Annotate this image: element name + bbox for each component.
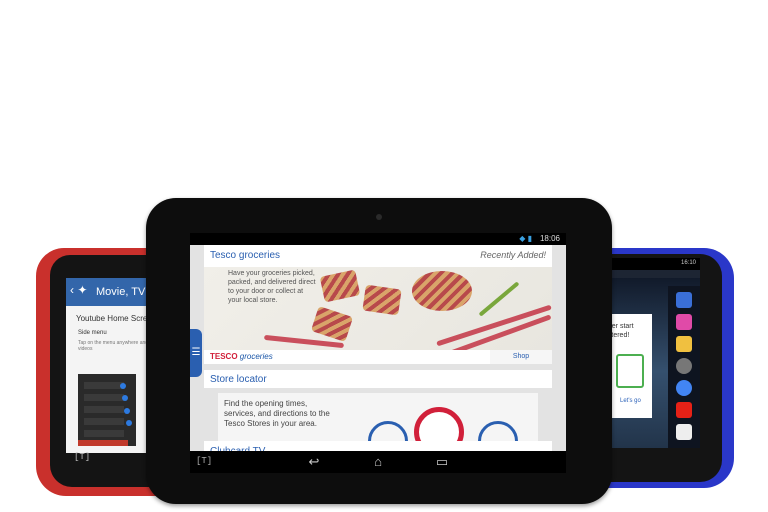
tart-slice bbox=[310, 306, 354, 342]
hint-dot bbox=[122, 395, 128, 401]
menu-row bbox=[84, 406, 124, 413]
right-tablet-screen: 16:10 etter start astered! Let's go bbox=[598, 258, 700, 448]
store-locator-text: Find the opening times, services, and di… bbox=[224, 399, 330, 428]
center-tablet-screen: ◆ ▮ 18:06 Tesco groceries Recently Added… bbox=[190, 233, 566, 473]
tesco-card-title: Tesco groceries bbox=[210, 250, 281, 261]
store-locator-header[interactable]: Store locator bbox=[204, 370, 552, 388]
left-brand-logo: [T] bbox=[74, 452, 91, 462]
recently-added-badge: Recently Added! bbox=[480, 250, 546, 260]
youtube-screenshot bbox=[78, 374, 136, 446]
left-subheading: Youtube Home Screen bbox=[76, 314, 157, 323]
right-status-bar: 16:10 bbox=[598, 258, 700, 270]
side-menu-handle[interactable]: ☰ bbox=[190, 329, 202, 377]
menu-row bbox=[84, 394, 124, 401]
camera-app-icon[interactable] bbox=[676, 292, 692, 308]
watch-bar bbox=[78, 440, 128, 446]
home-icon[interactable]: ⌂ bbox=[368, 454, 388, 470]
store-locator-title: Store locator bbox=[210, 374, 267, 385]
wifi-battery-icon: ◆ ▮ bbox=[519, 234, 532, 243]
status-bar: ◆ ▮ 18:06 bbox=[190, 233, 566, 245]
tesco-logo-suffix: groceries bbox=[239, 352, 273, 361]
hint-dot bbox=[124, 408, 130, 414]
tart-slice bbox=[319, 269, 361, 303]
chrome-icon[interactable] bbox=[676, 380, 692, 396]
tesco-logo-word: TESCO bbox=[210, 352, 238, 361]
menu-row bbox=[84, 430, 124, 437]
tesco-card-header[interactable]: Tesco groceries Recently Added! bbox=[204, 245, 552, 267]
menu-row bbox=[84, 418, 124, 425]
lets-go-button[interactable]: Let's go bbox=[620, 398, 641, 404]
gallery-app-icon[interactable] bbox=[676, 314, 692, 330]
status-time: 18:06 bbox=[539, 234, 560, 243]
hint-dot bbox=[120, 383, 126, 389]
back-icon[interactable]: ‹ ✦ bbox=[70, 283, 90, 301]
youtube-icon[interactable] bbox=[676, 402, 692, 418]
app-content: Tesco groceries Recently Added! Have you… bbox=[190, 245, 566, 465]
tesco-promo-image[interactable]: Have your groceries picked, packed, and … bbox=[204, 267, 552, 357]
front-camera bbox=[376, 214, 382, 220]
play-store-icon[interactable] bbox=[676, 424, 692, 440]
recent-apps-icon[interactable]: ▭ bbox=[432, 454, 452, 470]
tesco-logo-bar: TESCO groceries bbox=[204, 350, 504, 364]
rhubarb-stalk bbox=[436, 304, 552, 347]
tesco-logo: TESCO groceries bbox=[210, 352, 273, 361]
rhubarb-leaf bbox=[478, 281, 520, 317]
tart bbox=[412, 271, 472, 311]
hint-dot bbox=[126, 420, 132, 426]
back-icon[interactable]: ↩ bbox=[304, 454, 324, 470]
guide-icon bbox=[616, 354, 644, 388]
navigation-bar: [T] ↩ ⌂ ▭ bbox=[190, 451, 566, 473]
app-dock bbox=[668, 286, 700, 448]
menu-row bbox=[84, 382, 124, 389]
side-menu-label: Side menu bbox=[78, 330, 107, 336]
shop-button[interactable]: Shop bbox=[490, 350, 552, 364]
tart-slice bbox=[362, 284, 402, 316]
tesco-promo-text: Have your groceries picked, packed, and … bbox=[228, 270, 316, 304]
right-status-time: 16:10 bbox=[680, 260, 696, 266]
apps-grid-icon[interactable] bbox=[676, 358, 692, 374]
email-app-icon[interactable] bbox=[676, 336, 692, 352]
brand-logo: [T] bbox=[196, 456, 213, 466]
